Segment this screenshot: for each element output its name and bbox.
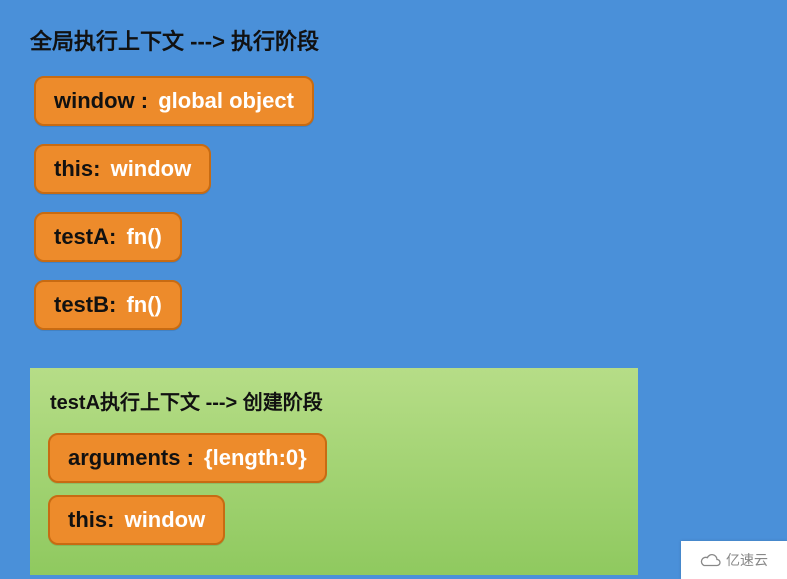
box-window: window : global object [34, 76, 314, 126]
box-this-sub: this: window [48, 495, 225, 545]
testa-context-title: testA执行上下文 ---> 创建阶段 [50, 386, 620, 415]
val-window: window [111, 156, 192, 181]
key-testa: testA [54, 224, 109, 249]
sub-item-this: this: window [48, 489, 620, 551]
global-context-title: 全局执行上下文 ---> 执行阶段 [30, 24, 757, 56]
box-testb: testB: fn() [34, 280, 182, 330]
watermark-text: 亿速云 [726, 550, 768, 570]
sub-item-arguments: arguments : {length:0} [48, 427, 620, 489]
key-testb: testB [54, 292, 109, 317]
key-arguments: arguments [68, 445, 187, 470]
val-fn: fn() [126, 224, 161, 249]
val-window-sub: window [125, 507, 206, 532]
key-this: this [54, 156, 93, 181]
box-testa: testA: fn() [34, 212, 182, 262]
diagram-canvas: 全局执行上下文 ---> 执行阶段 window : global object… [0, 0, 787, 575]
sep: : [109, 292, 122, 317]
sep: : [109, 224, 122, 249]
global-item-testa: testA: fn() [34, 206, 757, 268]
global-item-testb: testB: fn() [34, 274, 757, 336]
val-length0: {length:0} [204, 445, 307, 470]
sep: : [187, 445, 200, 470]
key-window: window [54, 88, 141, 113]
val-fn: fn() [126, 292, 161, 317]
key-this-sub: this [68, 507, 107, 532]
box-this: this: window [34, 144, 211, 194]
testa-context-panel: testA执行上下文 ---> 创建阶段 arguments : {length… [30, 368, 638, 575]
box-arguments: arguments : {length:0} [48, 433, 327, 483]
sep: : [107, 507, 120, 532]
val-global-object: global object [158, 88, 294, 113]
sep: : [93, 156, 106, 181]
sep: : [141, 88, 154, 113]
global-item-window: window : global object [34, 70, 757, 132]
global-item-this: this: window [34, 138, 757, 200]
watermark: 亿速云 [681, 541, 787, 579]
cloud-icon [700, 552, 722, 568]
